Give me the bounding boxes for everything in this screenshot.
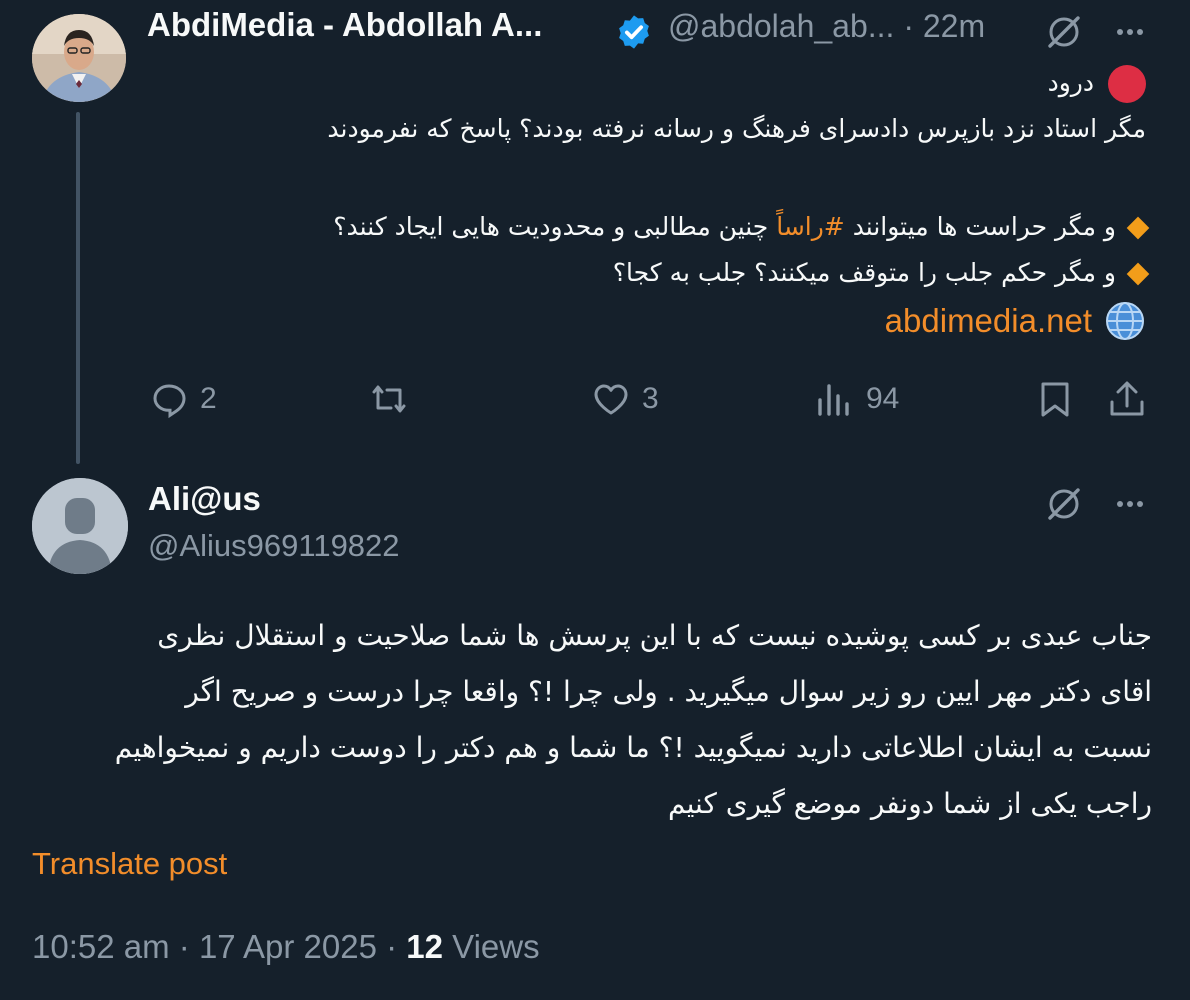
reply-line-3: نسبت به ایشان اطلاعاتی دارید نمیگویید !؟… bbox=[114, 731, 1152, 764]
more-icon[interactable] bbox=[1108, 482, 1152, 526]
like-button[interactable]: 3 bbox=[590, 378, 659, 420]
views-count: 94 bbox=[866, 382, 900, 415]
separator-dot: · bbox=[903, 8, 914, 44]
tweet-line-bullet-2: و مگر حکم جلب را متوقف میکنند؟ جلب به کج… bbox=[613, 250, 1150, 296]
reply-line-1: جناب عبدی بر کسی پوشیده نیست که با این پ… bbox=[157, 619, 1152, 652]
thread-connector bbox=[76, 112, 80, 464]
retweet-button[interactable] bbox=[368, 378, 420, 420]
author-handle[interactable]: @abdolah_ab... bbox=[668, 8, 894, 44]
reply-author-avatar[interactable] bbox=[32, 478, 128, 574]
reply-line-4: راجب یکی از شما دونفر موضع گیری کنیم bbox=[667, 787, 1152, 820]
translate-post-link[interactable]: Translate post bbox=[32, 846, 227, 882]
website-link[interactable]: abdimedia.net bbox=[885, 302, 1092, 340]
views-label: Views bbox=[452, 928, 540, 965]
tweet-line-1: مگر استاد نزد بازپرس دادسرای فرهنگ و رسا… bbox=[327, 114, 1146, 143]
post-metadata: 10:52 am · 17 Apr 2025 · 12 Views bbox=[32, 928, 540, 965]
hashtag-link[interactable]: #راساً bbox=[776, 212, 845, 241]
grok-icon[interactable] bbox=[1042, 482, 1086, 526]
bookmark-button[interactable] bbox=[1034, 378, 1076, 420]
orange-diamond-emoji bbox=[1126, 262, 1150, 286]
post-date[interactable]: 17 Apr 2025 bbox=[199, 928, 377, 965]
reply-button[interactable]: 2 bbox=[148, 378, 217, 420]
tweet-time[interactable]: 22m bbox=[923, 8, 985, 44]
like-count: 3 bbox=[642, 382, 659, 415]
more-icon[interactable] bbox=[1108, 10, 1152, 54]
grok-icon[interactable] bbox=[1042, 10, 1086, 54]
reply-author-name[interactable]: Ali@us bbox=[148, 480, 261, 518]
reply-count: 2 bbox=[200, 382, 217, 415]
bookmark-icon bbox=[1041, 382, 1069, 417]
link-row: abdimedia.net bbox=[885, 300, 1146, 342]
red-circle-emoji bbox=[1108, 65, 1146, 103]
verified-badge-icon bbox=[619, 15, 649, 49]
views-button[interactable]: 94 bbox=[814, 378, 899, 420]
like-icon bbox=[594, 384, 628, 415]
tweet-line-greeting: درود bbox=[1048, 60, 1146, 106]
post-time[interactable]: 10:52 am bbox=[32, 928, 170, 965]
share-button[interactable] bbox=[1106, 378, 1148, 420]
author-avatar[interactable] bbox=[32, 14, 126, 102]
author-name[interactable]: AbdiMedia - Abdollah A... bbox=[147, 6, 542, 44]
reply-line-2: اقای دکتر مهر ایین رو زیر سوال میگیرید .… bbox=[185, 675, 1152, 708]
views-count: 12 bbox=[406, 928, 443, 965]
orange-diamond-emoji bbox=[1126, 216, 1150, 240]
views-icon bbox=[818, 384, 849, 416]
reply-icon bbox=[153, 384, 186, 419]
globe-emoji bbox=[1106, 302, 1144, 340]
tweet-line-bullet-1: و مگر حراست ها میتوانند #راساً چنین مطال… bbox=[333, 204, 1150, 250]
retweet-icon bbox=[372, 385, 406, 413]
reply-author-handle[interactable]: @Alius969119822 bbox=[148, 528, 400, 564]
share-icon bbox=[1110, 381, 1144, 416]
default-avatar-icon bbox=[32, 478, 128, 574]
